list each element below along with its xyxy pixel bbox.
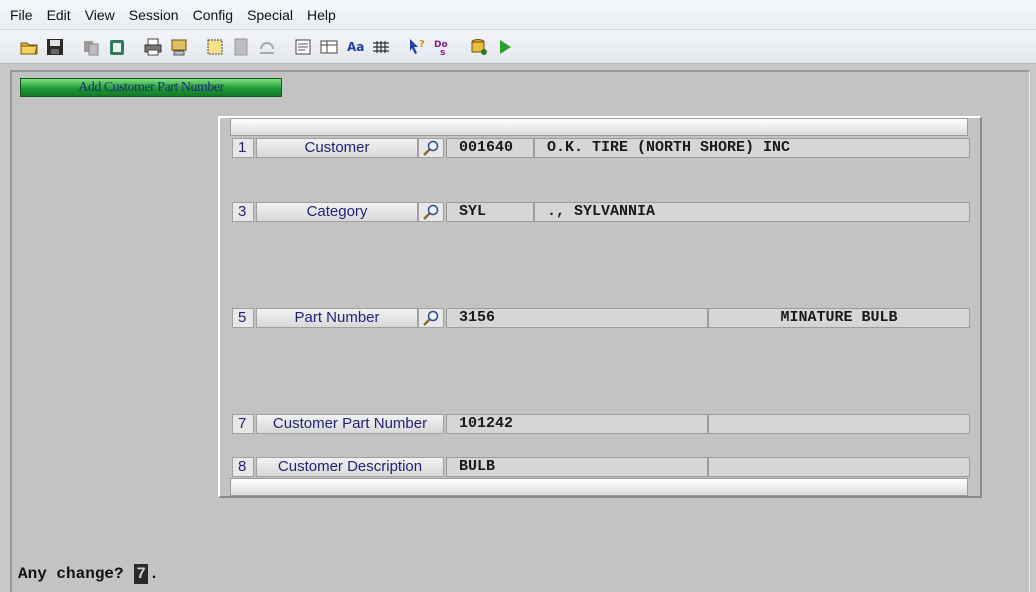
svg-text:Aa: Aa	[347, 40, 364, 54]
menu-help[interactable]: Help	[307, 7, 336, 23]
save-disk-icon[interactable]	[44, 36, 66, 58]
customer-name-field: O.K. TIRE (NORTH SHORE) INC	[534, 138, 970, 158]
row-label[interactable]: Category	[256, 202, 418, 222]
menu-bar: File Edit View Session Config Special He…	[0, 0, 1036, 30]
category-code-field[interactable]: SYL	[446, 202, 534, 222]
copy-icon[interactable]	[80, 36, 102, 58]
field-row-part-number: 5 Part Number 3156 MINATURE BULB	[232, 308, 970, 328]
svg-text:?: ?	[419, 39, 425, 50]
screen-title: Add Customer Part Number	[20, 78, 282, 97]
field-row-customer-description: 8 Customer Description BULB	[232, 457, 970, 477]
print-screen-icon[interactable]	[168, 36, 190, 58]
row-number[interactable]: 8	[232, 457, 254, 477]
field-row-category: 3 Category SYL ., SYLVANNIA	[232, 202, 970, 222]
menu-file[interactable]: File	[10, 7, 33, 23]
open-folder-icon[interactable]	[18, 36, 40, 58]
form-icon[interactable]	[292, 36, 314, 58]
spell-icon[interactable]: Aa	[344, 36, 366, 58]
magnifier-icon[interactable]	[418, 202, 444, 222]
magnifier-icon[interactable]	[418, 138, 444, 158]
menu-edit[interactable]: Edit	[47, 7, 71, 23]
customer-description-extra-field	[708, 457, 970, 477]
customer-part-number-field[interactable]: 101242	[446, 414, 708, 434]
row-label[interactable]: Customer Description	[256, 457, 444, 477]
row-number[interactable]: 1	[232, 138, 254, 158]
customer-part-number-extra-field	[708, 414, 970, 434]
select-icon[interactable]	[204, 36, 226, 58]
row-label[interactable]: Customer Part Number	[256, 414, 444, 434]
terminal-session: Add Customer Part Number 1 Customer 0016…	[10, 70, 1030, 592]
dos-icon[interactable]: Do s	[432, 36, 454, 58]
magnifier-icon[interactable]	[418, 308, 444, 328]
refresh-icon[interactable]	[256, 36, 278, 58]
toolbar: Aa ? Do s	[0, 30, 1036, 64]
blank-page-icon[interactable]	[230, 36, 252, 58]
database-icon[interactable]	[468, 36, 490, 58]
print-icon[interactable]	[142, 36, 164, 58]
menu-session[interactable]: Session	[129, 7, 179, 23]
form-panel: 1 Customer 001640 O.K. TIRE (NORTH SHORE…	[218, 116, 982, 498]
customer-code-field[interactable]: 001640	[446, 138, 534, 158]
customer-description-field[interactable]: BULB	[446, 457, 708, 477]
panel-bottom-strip	[230, 478, 968, 496]
row-label[interactable]: Customer	[256, 138, 418, 158]
svg-text:s: s	[440, 48, 445, 57]
row-number[interactable]: 7	[232, 414, 254, 434]
table-icon[interactable]	[318, 36, 340, 58]
part-number-field[interactable]: 3156	[446, 308, 708, 328]
prompt-input-cursor[interactable]: 7	[134, 564, 149, 584]
part-description-field: MINATURE BULB	[708, 308, 970, 328]
prompt-text: Any change?	[18, 565, 124, 583]
play-icon[interactable]	[494, 36, 516, 58]
field-row-customer: 1 Customer 001640 O.K. TIRE (NORTH SHORE…	[232, 138, 970, 158]
row-number[interactable]: 5	[232, 308, 254, 328]
menu-view[interactable]: View	[85, 7, 115, 23]
field-row-customer-part-number: 7 Customer Part Number 101242	[232, 414, 970, 434]
row-label[interactable]: Part Number	[256, 308, 418, 328]
prompt-suffix: .	[149, 565, 159, 583]
row-number[interactable]: 3	[232, 202, 254, 222]
menu-special[interactable]: Special	[247, 7, 293, 23]
category-name-field: ., SYLVANNIA	[534, 202, 970, 222]
panel-top-strip	[230, 118, 968, 136]
paste-clipboard-icon[interactable]	[106, 36, 128, 58]
command-prompt: Any change? 7 .	[18, 563, 159, 585]
help-pointer-icon[interactable]: ?	[406, 36, 428, 58]
menu-config[interactable]: Config	[193, 7, 233, 23]
grid-icon[interactable]	[370, 36, 392, 58]
